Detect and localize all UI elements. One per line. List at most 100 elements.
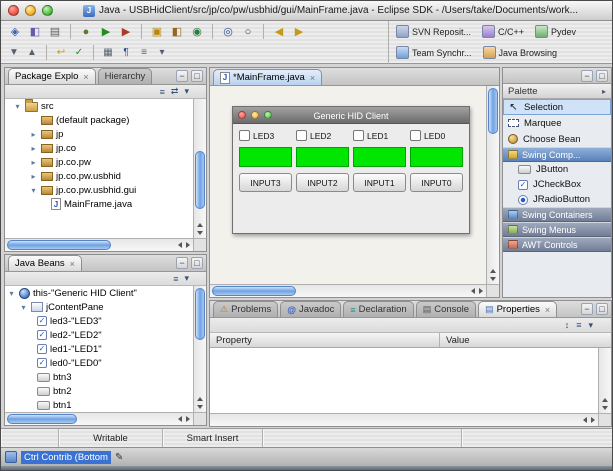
- minimize-view-icon[interactable]: −: [176, 257, 188, 269]
- maximize-view-icon[interactable]: □: [596, 303, 608, 315]
- scroll-right-icon[interactable]: [186, 416, 190, 422]
- tree-item-led2[interactable]: ✓ led2-"LED2": [5, 328, 193, 342]
- title-bar[interactable]: J Java - USBHidClient/src/jp/co/pw/usbhi…: [1, 1, 612, 21]
- tab-mainframe-java[interactable]: J *MainFrame.java ×: [213, 69, 322, 85]
- scroll-right-icon[interactable]: [479, 288, 483, 294]
- vertical-scrollbar[interactable]: [193, 99, 206, 238]
- external-tools-icon[interactable]: ▶: [117, 23, 135, 41]
- perspective-cpp[interactable]: C/C++: [482, 25, 524, 38]
- expander-icon[interactable]: ▾: [7, 289, 16, 298]
- palette-header[interactable]: Palette ▸: [503, 84, 611, 99]
- led2-indicator[interactable]: [296, 147, 349, 167]
- expander-icon[interactable]: ▾: [29, 186, 38, 195]
- minimize-window-icon[interactable]: [25, 5, 36, 16]
- sort-icon[interactable]: ↕: [565, 320, 570, 330]
- next-annotation-icon[interactable]: ▼: [6, 45, 22, 61]
- palette-item-jcheckbox[interactable]: ✓ JCheckBox: [503, 177, 611, 192]
- scrollbar-thumb[interactable]: [7, 414, 77, 424]
- toolbar-menu-icon[interactable]: ▾: [154, 45, 170, 61]
- scroll-up-icon[interactable]: [197, 397, 203, 401]
- close-icon[interactable]: ×: [310, 73, 315, 83]
- open-type-icon[interactable]: ◎: [219, 23, 237, 41]
- scrollbar-thumb[interactable]: [195, 288, 205, 340]
- tab-package-explorer[interactable]: Package Explo ×: [8, 68, 96, 84]
- expander-icon[interactable]: ▸: [29, 172, 38, 181]
- led0-indicator[interactable]: [410, 147, 463, 167]
- led0-checkbox[interactable]: LED0: [410, 130, 463, 141]
- designed-frame-titlebar[interactable]: Generic HID Client: [233, 107, 469, 124]
- scroll-right-icon[interactable]: [186, 242, 190, 248]
- previous-annotation-icon[interactable]: ▲: [24, 45, 40, 61]
- print-icon[interactable]: ▤: [46, 23, 64, 41]
- scroll-down-icon[interactable]: [197, 231, 203, 235]
- outline-icon[interactable]: ≡: [136, 45, 152, 61]
- led3-indicator[interactable]: [239, 147, 292, 167]
- expander-icon[interactable]: ▸: [29, 130, 38, 139]
- new-wizard-icon[interactable]: ◈: [6, 23, 24, 41]
- tree-item-jcontentpane[interactable]: ▾ jContentPane: [5, 300, 193, 314]
- scroll-left-icon[interactable]: [583, 417, 587, 423]
- perspective-svn[interactable]: SVN Reposit...: [396, 25, 471, 38]
- tree-item-led1[interactable]: ✓ led1-"LED1": [5, 342, 193, 356]
- expander-icon[interactable]: ▸: [29, 144, 38, 153]
- tree-item-mainframe-java[interactable]: J MainFrame.java: [5, 197, 193, 211]
- led2-checkbox[interactable]: LED2: [296, 130, 349, 141]
- search-icon[interactable]: ○: [239, 23, 257, 41]
- perspective-pydev[interactable]: Pydev: [535, 25, 576, 38]
- save-icon[interactable]: ◧: [26, 23, 44, 41]
- horizontal-scrollbar[interactable]: [210, 413, 598, 426]
- led1-checkbox[interactable]: LED1: [353, 130, 406, 141]
- tab-java-beans[interactable]: Java Beans ×: [8, 255, 82, 271]
- scroll-right-icon[interactable]: [591, 417, 595, 423]
- back-icon[interactable]: ◀: [270, 23, 288, 41]
- scrollbar-thumb[interactable]: [195, 151, 205, 209]
- fast-view-icon[interactable]: [5, 451, 17, 463]
- tree-item-led0[interactable]: ✓ led0-"LED0": [5, 356, 193, 370]
- tab-problems[interactable]: ⚠ Problems: [213, 301, 278, 317]
- tree-item-jp[interactable]: ▸ jp: [5, 127, 193, 141]
- chevron-right-icon[interactable]: ▸: [602, 87, 606, 96]
- input1-button[interactable]: INPUT1: [353, 173, 406, 192]
- scroll-up-icon[interactable]: [490, 269, 496, 273]
- designed-frame[interactable]: Generic HID Client LED3 LED2: [232, 106, 470, 234]
- tab-properties[interactable]: ▤ Properties ×: [478, 301, 557, 317]
- new-java-project-icon[interactable]: ▣: [148, 23, 166, 41]
- horizontal-scrollbar[interactable]: [5, 412, 193, 425]
- vertical-scrollbar[interactable]: [598, 348, 611, 413]
- palette-item-jradiobutton[interactable]: JRadioButton: [503, 192, 611, 207]
- collapse-all-icon[interactable]: ≡: [160, 87, 165, 97]
- forward-icon[interactable]: ▶: [290, 23, 308, 41]
- close-window-icon[interactable]: [8, 5, 19, 16]
- scroll-left-icon[interactable]: [178, 242, 182, 248]
- close-icon[interactable]: ×: [70, 259, 75, 269]
- close-icon[interactable]: ×: [545, 305, 550, 315]
- maximize-view-icon[interactable]: □: [191, 70, 203, 82]
- tab-hierarchy[interactable]: Hierarchy: [98, 68, 153, 84]
- view-menu-icon[interactable]: ▾: [184, 86, 189, 97]
- maximize-view-icon[interactable]: □: [191, 257, 203, 269]
- run-icon[interactable]: ▶: [97, 23, 115, 41]
- scroll-left-icon[interactable]: [471, 288, 475, 294]
- perspective-team[interactable]: Team Synchr...: [396, 46, 472, 59]
- tree-item-this[interactable]: ▾ this-"Generic HID Client": [5, 286, 193, 300]
- minimize-view-icon[interactable]: −: [581, 70, 593, 82]
- led1-indicator[interactable]: [353, 147, 406, 167]
- scrollbar-thumb[interactable]: [488, 88, 498, 134]
- show-whitespace-icon[interactable]: ¶: [118, 45, 134, 61]
- vertical-scrollbar[interactable]: [486, 86, 499, 284]
- tree-item-led3[interactable]: ✓ led3-"LED3": [5, 314, 193, 328]
- palette-category-swing-menus[interactable]: Swing Menus: [503, 222, 611, 237]
- palette-tool-choose-bean[interactable]: Choose Bean: [503, 131, 611, 147]
- minimize-view-icon[interactable]: −: [176, 70, 188, 82]
- scroll-left-icon[interactable]: [178, 416, 182, 422]
- scroll-up-icon[interactable]: [197, 223, 203, 227]
- perspective-java-browsing[interactable]: Java Browsing: [483, 46, 558, 59]
- expander-icon[interactable]: ▾: [13, 102, 22, 111]
- horizontal-scrollbar[interactable]: [210, 284, 486, 297]
- show-grid-icon[interactable]: ▦: [100, 45, 116, 61]
- scroll-down-icon[interactable]: [490, 277, 496, 281]
- tree-item-src[interactable]: ▾ src: [5, 99, 193, 113]
- tree-item-jp-co-pw[interactable]: ▸ jp.co.pw: [5, 155, 193, 169]
- scroll-down-icon[interactable]: [197, 405, 203, 409]
- palette-category-awt-controls[interactable]: AWT Controls: [503, 237, 611, 252]
